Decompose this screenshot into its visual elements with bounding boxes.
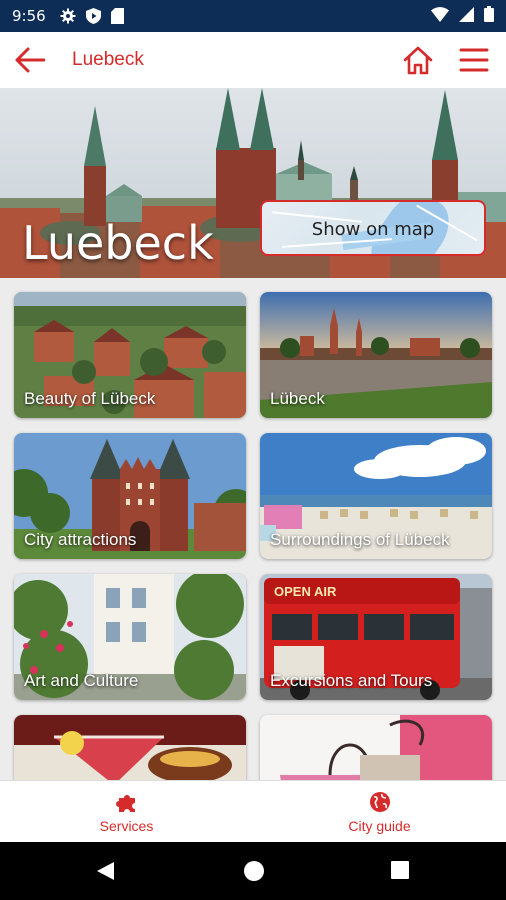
tile-excursions-and-tours[interactable]: OPEN AIR Excursions and Tours xyxy=(260,574,492,700)
tile-art-and-culture[interactable]: Art and Culture xyxy=(14,574,246,700)
tile-label: Excursions and Tours xyxy=(270,671,433,690)
app-bar-title: Luebeck xyxy=(72,49,144,70)
signal-icon xyxy=(459,6,474,26)
system-back-icon[interactable] xyxy=(94,860,116,882)
battery-icon xyxy=(484,6,494,26)
category-grid: Beauty of Lübeck Lübeck City attractions… xyxy=(0,278,506,780)
globe-icon xyxy=(369,791,390,812)
gear-icon xyxy=(60,8,76,24)
show-on-map-label: Show on map xyxy=(311,219,435,240)
tile-image xyxy=(14,715,246,780)
puzzle-icon xyxy=(115,794,135,812)
tile-food[interactable] xyxy=(14,715,246,780)
nav-services-label: Services xyxy=(99,817,154,834)
tile-label: Lübeck xyxy=(270,389,325,408)
nav-services[interactable]: Services xyxy=(0,781,253,842)
status-bar: 9:56 xyxy=(0,0,506,32)
wifi-icon xyxy=(431,6,449,26)
bus-sign-decoration: OPEN AIR xyxy=(274,584,337,599)
back-button[interactable] xyxy=(0,32,60,88)
tile-city-attractions[interactable]: City attractions xyxy=(14,433,246,559)
hero-banner: Luebeck Show on map xyxy=(0,88,506,278)
system-recents-icon[interactable] xyxy=(390,860,410,880)
arrow-left-icon xyxy=(15,47,45,73)
system-home-icon[interactable] xyxy=(243,860,265,882)
sd-card-icon xyxy=(110,8,124,24)
home-icon xyxy=(403,46,433,75)
tile-beauty-of-luebeck[interactable]: Beauty of Lübeck xyxy=(14,292,246,418)
tile-luebeck[interactable]: Lübeck xyxy=(260,292,492,418)
nav-city-guide-label: City guide xyxy=(348,817,411,834)
menu-button[interactable] xyxy=(456,42,492,78)
home-button[interactable] xyxy=(400,42,436,78)
show-on-map-button[interactable]: Show on map xyxy=(260,200,486,256)
nav-city-guide[interactable]: City guide xyxy=(253,781,506,842)
hero-title: Luebeck xyxy=(22,216,214,270)
tile-shopping[interactable] xyxy=(260,715,492,780)
system-navigation-bar xyxy=(0,842,506,900)
tile-label: Surroundings of Lübeck xyxy=(270,530,450,549)
tile-label: Art and Culture xyxy=(24,671,139,690)
bottom-navigation: Services City guide xyxy=(0,780,506,842)
tile-label: City attractions xyxy=(24,530,137,549)
tile-image xyxy=(260,715,492,780)
tile-label: Beauty of Lübeck xyxy=(24,389,156,408)
shield-play-icon xyxy=(85,8,101,24)
tile-surroundings-of-luebeck[interactable]: Surroundings of Lübeck xyxy=(260,433,492,559)
status-time: 9:56 xyxy=(12,7,46,25)
hamburger-icon xyxy=(459,48,489,72)
app-bar: Luebeck xyxy=(0,32,506,88)
